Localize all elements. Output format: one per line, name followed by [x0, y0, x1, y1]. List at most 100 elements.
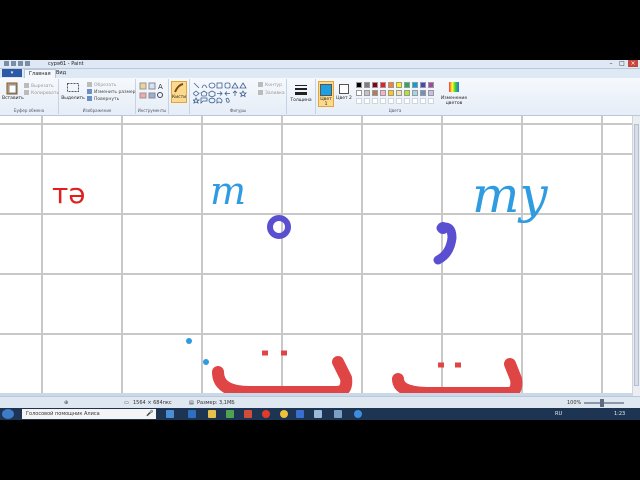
color-swatch[interactable] — [364, 82, 370, 88]
title-bar: сурәб1 - Paint – □ × — [0, 60, 640, 69]
color-swatch[interactable] — [404, 82, 410, 88]
shapes-gallery[interactable] — [193, 82, 253, 104]
taskbar: Голосовой помощник Алиса 🎤 RU 1:23 — [0, 408, 640, 420]
zoom-slider[interactable] — [584, 402, 624, 404]
color-swatch[interactable] — [388, 90, 394, 96]
start-button[interactable] — [2, 409, 14, 419]
cut-label: Вырезать — [31, 84, 54, 89]
crop-button[interactable]: Обрезать — [87, 82, 116, 89]
pencil-icon[interactable] — [139, 82, 147, 90]
copy-button[interactable]: Копировать — [24, 90, 59, 97]
size-group: Толщина — [287, 79, 316, 114]
color-swatch[interactable] — [420, 82, 426, 88]
undo-icon[interactable] — [18, 61, 23, 66]
copy-label: Копировать — [31, 91, 60, 96]
color-swatch[interactable] — [404, 90, 410, 96]
color-swatch[interactable] — [420, 90, 426, 96]
color-swatch[interactable] — [380, 90, 386, 96]
cut-button[interactable]: Вырезать — [24, 83, 54, 90]
microphone-icon[interactable]: 🎤 — [146, 410, 153, 418]
empty-color-swatch[interactable] — [412, 98, 418, 104]
drawing-layer: тә m my — [52, 166, 548, 393]
empty-color-swatch[interactable] — [364, 98, 370, 104]
select-icon — [67, 83, 79, 92]
file-menu-button[interactable]: ▾ — [2, 69, 22, 77]
edit-colors-button[interactable]: Изменение цветов — [438, 81, 470, 106]
eraser-icon[interactable] — [139, 92, 147, 99]
edge-browser-icon[interactable] — [188, 410, 196, 418]
select-label: Выделить — [61, 96, 85, 101]
image-group: Выделить Обрезать Изменить размер Поверн… — [59, 79, 136, 114]
size-button[interactable]: Толщина — [290, 83, 312, 103]
color-swatch[interactable] — [388, 82, 394, 88]
crop-label: Обрезать — [94, 83, 117, 88]
brushes-button[interactable]: Кисти — [171, 81, 187, 103]
taskbar-search[interactable]: Голосовой помощник Алиса — [22, 409, 156, 419]
paste-button[interactable]: Вставить — [2, 81, 24, 101]
resize-button[interactable]: Изменить размер — [87, 89, 136, 96]
store-icon[interactable] — [226, 410, 234, 418]
fill-icon[interactable] — [148, 82, 156, 90]
red-text-te: тә — [52, 177, 86, 210]
empty-color-swatch[interactable] — [372, 98, 378, 104]
color-swatch[interactable] — [372, 90, 378, 96]
media-icon[interactable] — [354, 410, 362, 418]
blue-dot — [186, 338, 192, 344]
color1-label: Цвет 1 — [320, 97, 332, 107]
redo-icon[interactable] — [25, 61, 30, 66]
color-swatch[interactable] — [396, 82, 402, 88]
save-icon[interactable] — [11, 61, 16, 66]
color-swatch[interactable] — [356, 82, 362, 88]
tab-view[interactable]: Вид — [52, 69, 70, 78]
paint-window: сурәб1 - Paint – □ × ▾ Главная Вид Встав… — [0, 60, 640, 420]
zoom-slider-handle[interactable] — [600, 399, 604, 407]
empty-color-swatch[interactable] — [396, 98, 402, 104]
color2-button[interactable]: Цвет 2 — [336, 81, 352, 101]
empty-color-swatch[interactable] — [404, 98, 410, 104]
minimize-button[interactable]: – — [606, 60, 616, 67]
color-swatch[interactable] — [380, 82, 386, 88]
color-swatch[interactable] — [372, 82, 378, 88]
empty-color-swatch[interactable] — [388, 98, 394, 104]
magnifier-icon[interactable] — [157, 92, 163, 98]
word-icon[interactable] — [296, 410, 304, 418]
vertical-scroll-thumb[interactable] — [634, 124, 639, 386]
chrome-icon[interactable] — [280, 410, 288, 418]
app-taskbar-icon[interactable] — [334, 410, 342, 418]
paint-app-icon[interactable] — [4, 61, 9, 66]
color1-button[interactable]: Цвет 1 — [318, 81, 334, 107]
paint-taskbar-icon[interactable] — [314, 410, 322, 418]
fill-button[interactable]: Заливка — [258, 90, 285, 97]
color-swatch[interactable] — [412, 90, 418, 96]
color-picker-icon[interactable] — [148, 92, 156, 99]
image-group-label: Изображение — [82, 108, 112, 113]
color-swatch[interactable] — [428, 82, 434, 88]
paste-icon — [6, 82, 18, 95]
outline-button[interactable]: Контур — [258, 82, 282, 89]
color-swatch[interactable] — [428, 90, 434, 96]
empty-color-swatch[interactable] — [380, 98, 386, 104]
vertical-scrollbar[interactable] — [632, 116, 640, 404]
clock[interactable]: 1:23 — [614, 408, 625, 420]
text-icon[interactable]: A — [158, 83, 163, 91]
color-swatch[interactable] — [356, 90, 362, 96]
empty-color-swatch[interactable] — [356, 98, 362, 104]
colors-group: Цвет 1 Цвет 2 Изменение цветов Цвета — [316, 79, 474, 114]
task-view-icon[interactable] — [166, 410, 174, 418]
close-button[interactable]: × — [628, 60, 638, 67]
rotate-button[interactable]: Повернуть — [87, 96, 119, 103]
opera-icon[interactable] — [262, 410, 270, 418]
app-icon[interactable] — [244, 410, 252, 418]
shapes-group-label: Фигуры — [229, 108, 247, 113]
select-button[interactable]: Выделить — [61, 81, 85, 101]
language-indicator[interactable]: RU — [555, 408, 562, 420]
drawing-canvas[interactable]: тә m my — [0, 116, 632, 393]
edit-colors-label: Изменение цветов — [440, 96, 468, 106]
color-swatch[interactable] — [396, 90, 402, 96]
empty-color-swatch[interactable] — [420, 98, 426, 104]
explorer-icon[interactable] — [208, 410, 216, 418]
maximize-button[interactable]: □ — [617, 60, 627, 67]
color-swatch[interactable] — [412, 82, 418, 88]
color-swatch[interactable] — [364, 90, 370, 96]
empty-color-swatch[interactable] — [428, 98, 434, 104]
